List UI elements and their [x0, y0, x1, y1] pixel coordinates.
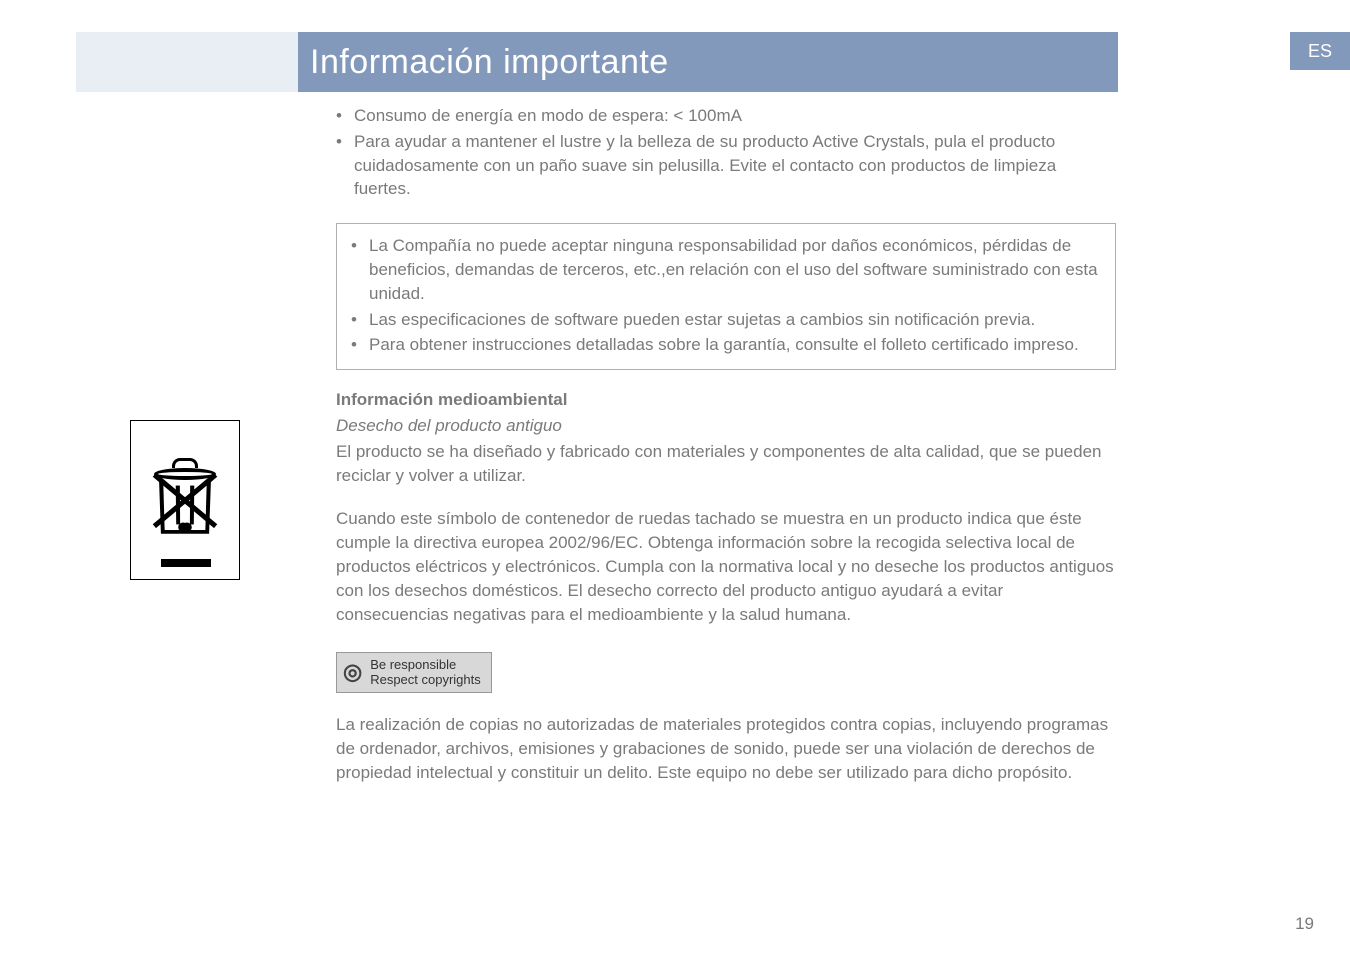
- weee-paragraph: Cuando este símbolo de contenedor de rue…: [336, 507, 1116, 626]
- language-tab: ES: [1290, 32, 1350, 70]
- list-item: Consumo de energía en modo de espera: < …: [336, 104, 1116, 128]
- disclaimer-list: La Compañía no puede aceptar ninguna res…: [351, 234, 1101, 357]
- copyright-icon: ◎: [343, 657, 362, 688]
- badge-line2: Respect copyrights: [370, 672, 481, 687]
- main-content: Consumo de energía en modo de espera: < …: [336, 104, 1116, 787]
- environmental-subheading: Desecho del producto antiguo: [336, 414, 1116, 438]
- intro-bullet-list: Consumo de energía en modo de espera: < …: [336, 104, 1116, 201]
- copyright-badge-text: Be responsible Respect copyrights: [370, 658, 481, 688]
- list-item: Las especificaciones de software pueden …: [351, 308, 1101, 332]
- disclaimer-box: La Compañía no puede aceptar ninguna res…: [336, 223, 1116, 370]
- environmental-heading: Información medioambiental: [336, 388, 1116, 412]
- environmental-intro: El producto se ha diseñado y fabricado c…: [336, 440, 1116, 488]
- page-number: 19: [1295, 914, 1314, 934]
- list-item: Para obtener instrucciones detalladas so…: [351, 333, 1101, 357]
- copyright-badge: ◎ Be responsible Respect copyrights: [336, 652, 492, 693]
- page-title: Información importante: [310, 43, 669, 82]
- badge-line1: Be responsible: [370, 657, 456, 672]
- title-margin-block: [76, 32, 298, 92]
- document-page: Información importante ES Consumo de ene…: [0, 0, 1350, 954]
- copyright-paragraph: La realización de copias no autorizadas …: [336, 713, 1116, 784]
- weee-bin-icon: [130, 420, 240, 580]
- list-item: Para ayudar a mantener el lustre y la be…: [336, 130, 1116, 201]
- list-item: La Compañía no puede aceptar ninguna res…: [351, 234, 1101, 305]
- title-bar: Información importante: [298, 32, 1118, 92]
